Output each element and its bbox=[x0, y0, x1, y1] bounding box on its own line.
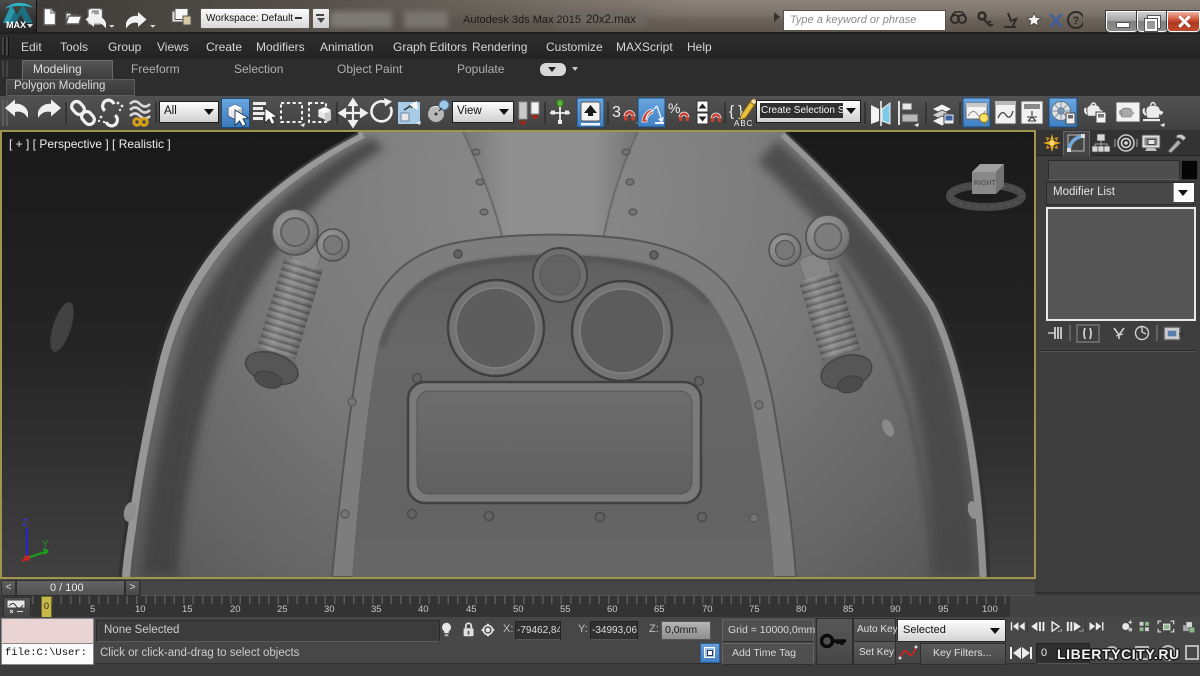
svg-text:Z: Z bbox=[22, 518, 28, 529]
svg-text:3: 3 bbox=[612, 104, 621, 121]
svg-text:Y: Y bbox=[42, 539, 49, 550]
svg-text:ABC: ABC bbox=[734, 119, 753, 128]
svg-text:%: % bbox=[668, 100, 680, 116]
svg-text:?: ? bbox=[1073, 15, 1080, 27]
svg-text:RIGHT: RIGHT bbox=[974, 180, 997, 187]
svg-text:[ + ] [ Perspective ] [ Realis: [ + ] [ Perspective ] [ Realistic ] bbox=[9, 137, 171, 151]
